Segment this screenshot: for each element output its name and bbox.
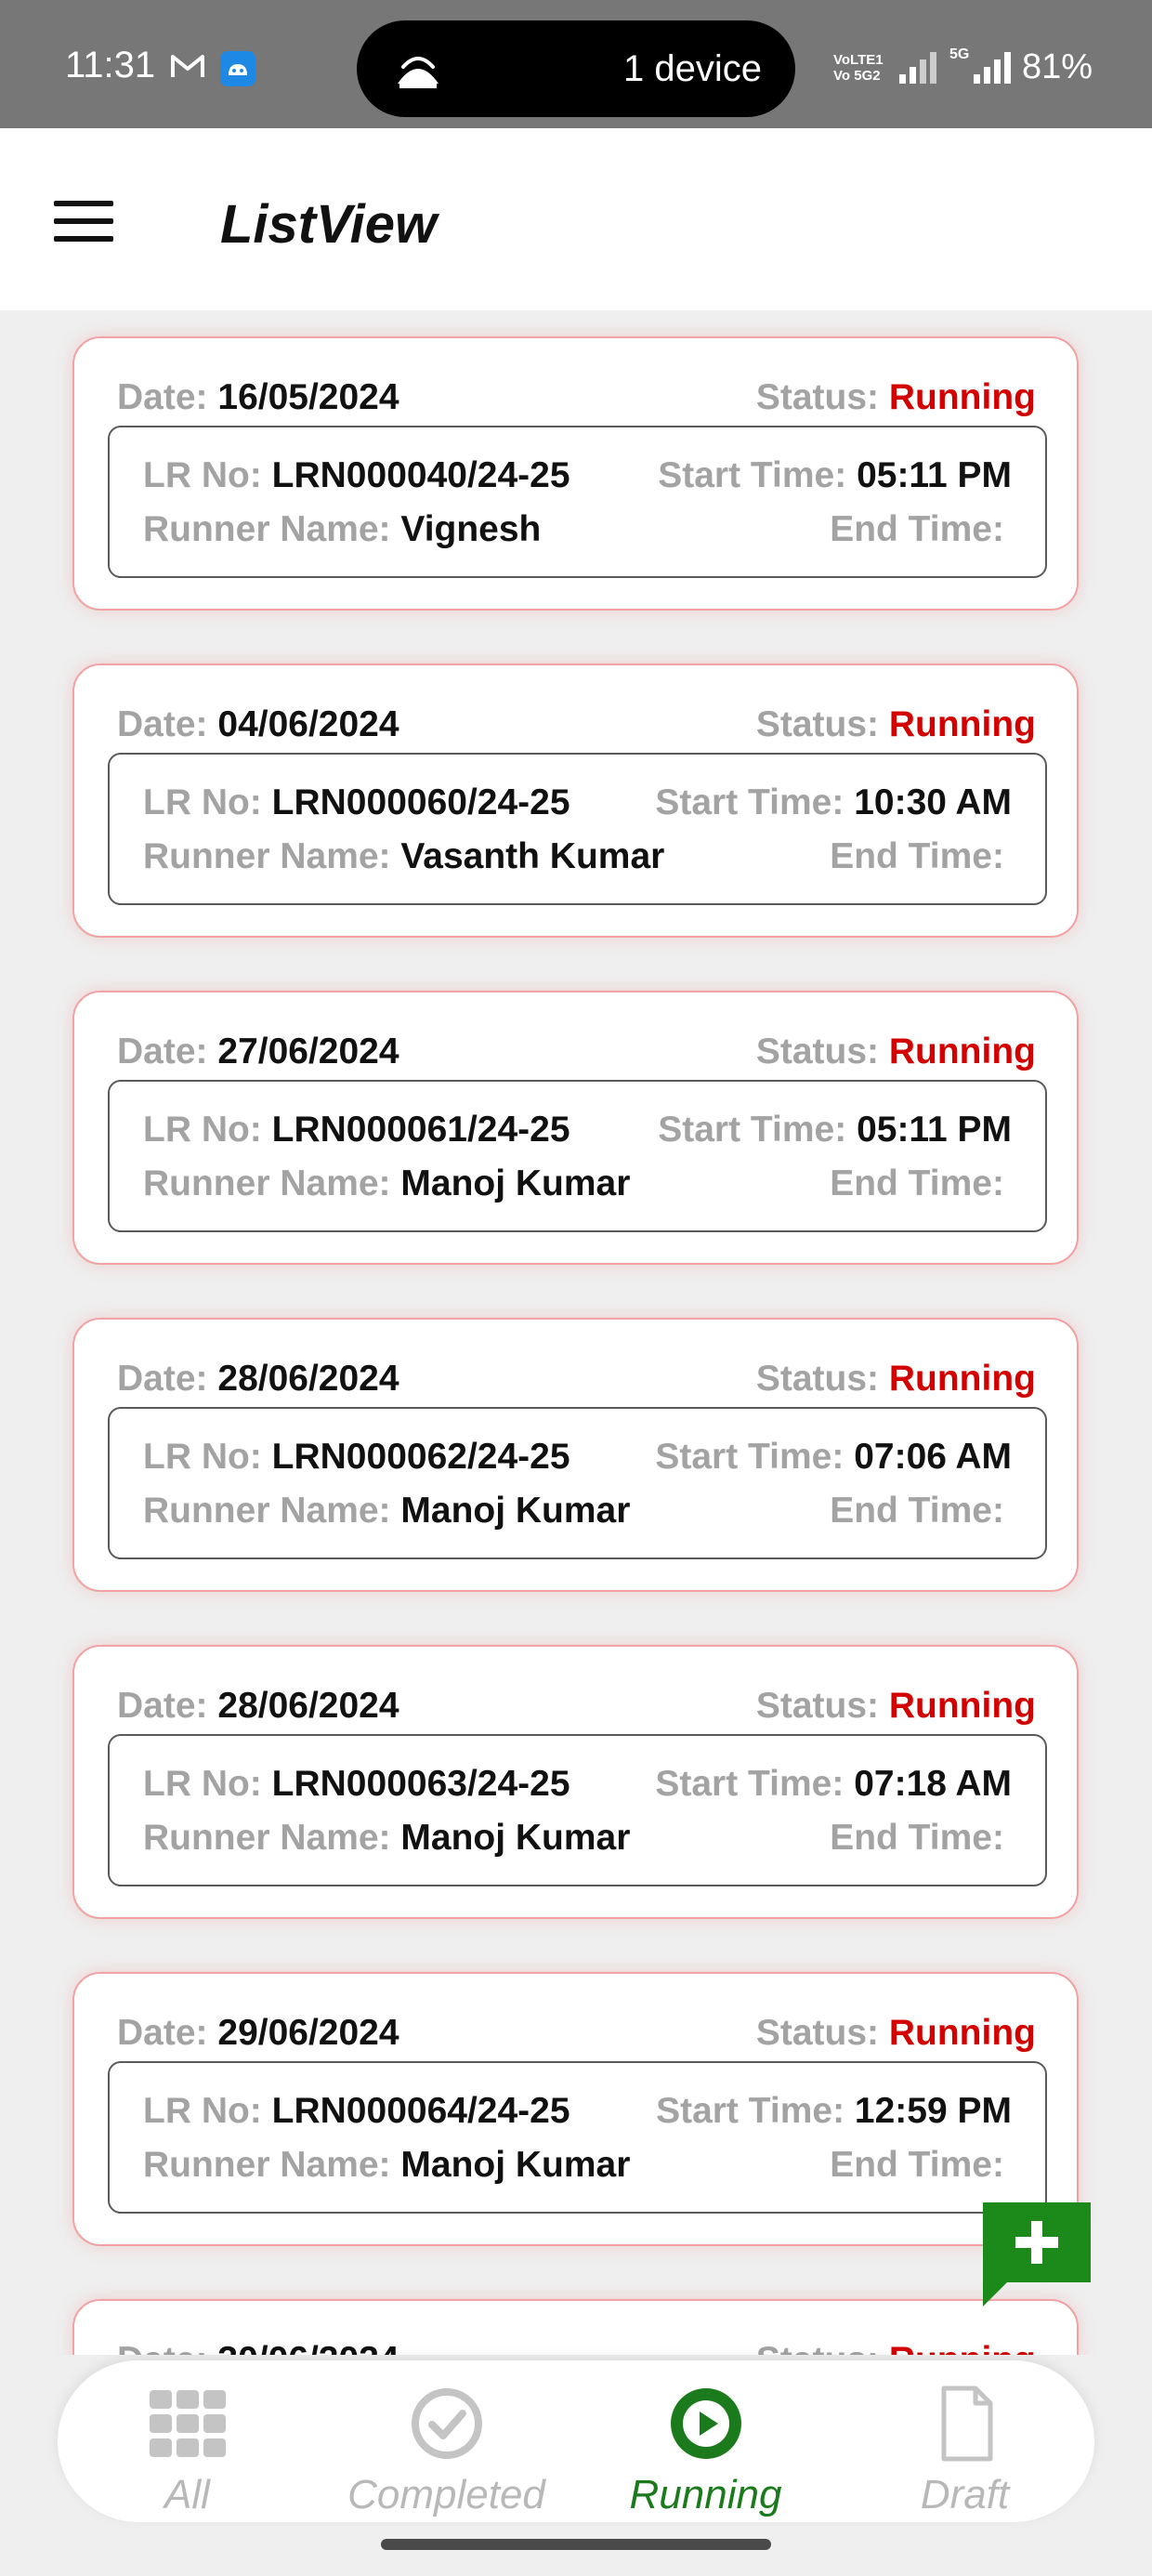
- lr-no-field: LR No: LRN000060/24-25: [143, 782, 570, 822]
- runner-name-field: Runner Name: Manoj Kumar: [143, 2145, 631, 2185]
- end-time-field: End Time:: [830, 509, 1004, 549]
- tab-draft[interactable]: Draft: [835, 2360, 1094, 2522]
- clock: 11:31: [65, 45, 156, 85]
- network-type: 5G: [949, 46, 970, 62]
- home-indicator[interactable]: [381, 2539, 771, 2550]
- runner-name-field: Runner Name: Manoj Kumar: [143, 1818, 631, 1858]
- lr-card[interactable]: Date: 30/06/2024 Status: Running: [72, 2299, 1079, 2355]
- date-field: Date: 30/06/2024: [117, 2340, 399, 2355]
- status-field: Status: Running: [755, 1032, 1036, 1071]
- bottom-nav: All Completed Running Draft: [58, 2360, 1094, 2522]
- status-badge: Running: [888, 704, 1036, 744]
- gmail-icon: [171, 55, 204, 77]
- start-time-field: Start Time: 07:06 AM: [655, 1437, 1012, 1477]
- start-time-field: Start Time: 05:11 PM: [658, 455, 1012, 495]
- lr-details: LR No: LRN000062/24-25 Start Time: 07:06…: [108, 1407, 1047, 1559]
- date-field: Date: 29/06/2024: [117, 2013, 399, 2053]
- end-time-field: End Time:: [830, 1818, 1004, 1858]
- lr-details: LR No: LRN000060/24-25 Start Time: 10:30…: [108, 753, 1047, 905]
- date-field: Date: 28/06/2024: [117, 1686, 399, 1726]
- android-app-icon: [220, 51, 255, 86]
- runner-name-field: Runner Name: Manoj Kumar: [143, 1491, 631, 1531]
- lr-no-field: LR No: LRN000062/24-25: [143, 1437, 570, 1477]
- start-time-field: Start Time: 10:30 AM: [655, 782, 1012, 822]
- grid-icon: [149, 2390, 226, 2457]
- status-field: Status: Running: [755, 1359, 1036, 1399]
- end-time-field: End Time:: [830, 1491, 1004, 1531]
- lr-no-field: LR No: LRN000040/24-25: [143, 455, 570, 495]
- document-icon: [941, 2385, 992, 2462]
- status-field: Status: Running: [756, 2340, 1036, 2355]
- status-badge: Running: [889, 2340, 1036, 2355]
- status-field: Status: Running: [755, 704, 1036, 744]
- volte-indicator: VoLTE1 Vo 5G2: [833, 52, 884, 84]
- lr-card[interactable]: Date: 28/06/2024 Status: Running LR No: …: [72, 1318, 1079, 1592]
- date-field: Date: 27/06/2024: [117, 1032, 399, 1071]
- tab-running[interactable]: Running: [576, 2360, 835, 2522]
- status-field: Status: Running: [755, 1686, 1036, 1726]
- lr-details: LR No: LRN000040/24-25 Start Time: 05:11…: [108, 426, 1047, 578]
- status-badge: Running: [888, 2013, 1036, 2053]
- start-time-field: Start Time: 05:11 PM: [658, 1110, 1012, 1150]
- status-bar: 11:31 1 device VoLTE1 Vo 5G2 5G 81%: [0, 0, 1152, 128]
- tab-label: Running: [629, 2472, 782, 2517]
- hotspot-pill[interactable]: 1 device: [357, 20, 795, 117]
- signal-icon: [899, 52, 936, 84]
- tab-all[interactable]: All: [58, 2360, 317, 2522]
- lr-card[interactable]: Date: 27/06/2024 Status: Running LR No: …: [72, 991, 1079, 1265]
- date-field: Date: 28/06/2024: [117, 1359, 399, 1399]
- date-field: Date: 04/06/2024: [117, 704, 399, 744]
- tab-label: Draft: [920, 2472, 1010, 2517]
- lr-card[interactable]: Date: 04/06/2024 Status: Running LR No: …: [72, 664, 1079, 938]
- status-badge: Running: [888, 1686, 1036, 1726]
- status-badge: Running: [888, 1032, 1036, 1071]
- status-field: Status: Running: [755, 2013, 1036, 2053]
- tab-label: Completed: [347, 2472, 545, 2517]
- lr-card[interactable]: Date: 28/06/2024 Status: Running LR No: …: [72, 1645, 1079, 1919]
- app-bar: ListView: [0, 128, 1152, 310]
- tab-completed[interactable]: Completed: [317, 2360, 576, 2522]
- add-button[interactable]: [983, 2202, 1091, 2310]
- lr-card[interactable]: Date: 29/06/2024 Status: Running LR No: …: [72, 1972, 1079, 2246]
- end-time-field: End Time:: [830, 1163, 1004, 1203]
- signal-5g-icon: [974, 52, 1011, 84]
- check-circle-icon: [411, 2388, 482, 2459]
- status-badge: Running: [888, 1359, 1036, 1399]
- status-field: Status: Running: [755, 377, 1036, 417]
- menu-icon[interactable]: [54, 201, 119, 242]
- hotspot-text: 1 device: [623, 48, 762, 89]
- runner-name-field: Runner Name: Manoj Kumar: [143, 1163, 631, 1203]
- play-circle-icon: [670, 2388, 741, 2459]
- lr-details: LR No: LRN000061/24-25 Start Time: 05:11…: [108, 1080, 1047, 1232]
- date-field: Date: 16/05/2024: [117, 377, 399, 417]
- start-time-field: Start Time: 12:59 PM: [656, 2091, 1012, 2131]
- end-time-field: End Time:: [830, 2145, 1004, 2185]
- runner-name-field: Runner Name: Vignesh: [143, 509, 542, 549]
- battery-level: 81%: [1022, 47, 1093, 86]
- lr-no-field: LR No: LRN000063/24-25: [143, 1764, 570, 1804]
- runner-name-field: Runner Name: Vasanth Kumar: [143, 836, 665, 876]
- start-time-field: Start Time: 07:18 AM: [655, 1764, 1012, 1804]
- lr-list[interactable]: Date: 16/05/2024 Status: Running LR No: …: [0, 310, 1152, 2355]
- lr-details: LR No: LRN000063/24-25 Start Time: 07:18…: [108, 1734, 1047, 1886]
- lr-card[interactable]: Date: 16/05/2024 Status: Running LR No: …: [72, 336, 1079, 611]
- tab-label: All: [164, 2472, 210, 2517]
- lr-no-field: LR No: LRN000061/24-25: [143, 1110, 570, 1150]
- lr-details: LR No: LRN000064/24-25 Start Time: 12:59…: [108, 2061, 1047, 2214]
- lr-no-field: LR No: LRN000064/24-25: [143, 2091, 570, 2131]
- page-title: ListView: [220, 194, 438, 255]
- hotspot-icon: [398, 57, 439, 88]
- status-badge: Running: [888, 377, 1036, 417]
- end-time-field: End Time:: [830, 836, 1004, 876]
